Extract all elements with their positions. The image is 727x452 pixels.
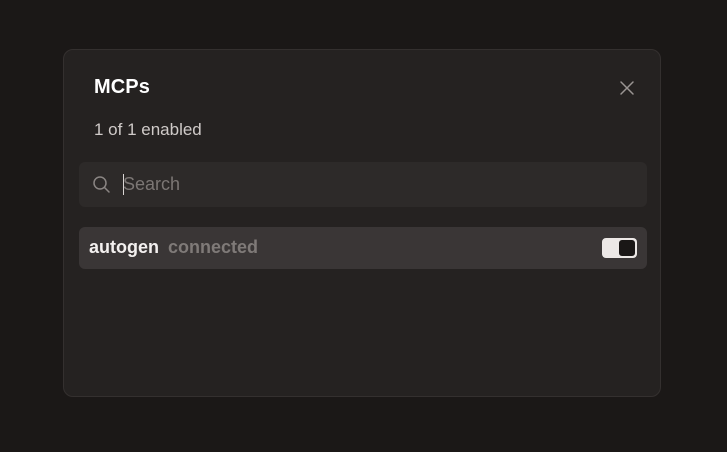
search-input[interactable] — [123, 162, 633, 207]
mcp-item-autogen[interactable]: autogen connected — [79, 227, 647, 269]
search-box[interactable] — [79, 162, 647, 207]
mcp-item-name: autogen — [89, 237, 159, 257]
close-button[interactable] — [618, 79, 636, 97]
text-caret — [123, 174, 124, 195]
toggle-knob — [619, 240, 635, 256]
enable-toggle[interactable] — [602, 238, 637, 258]
search-icon — [93, 176, 110, 193]
close-icon — [620, 81, 634, 95]
enabled-count: 1 of 1 enabled — [94, 120, 202, 139]
mcp-item-status: connected — [168, 237, 259, 257]
dialog-title: MCPs — [94, 76, 150, 98]
mcps-dialog: MCPs 1 of 1 enabled autogen connected — [63, 49, 661, 397]
